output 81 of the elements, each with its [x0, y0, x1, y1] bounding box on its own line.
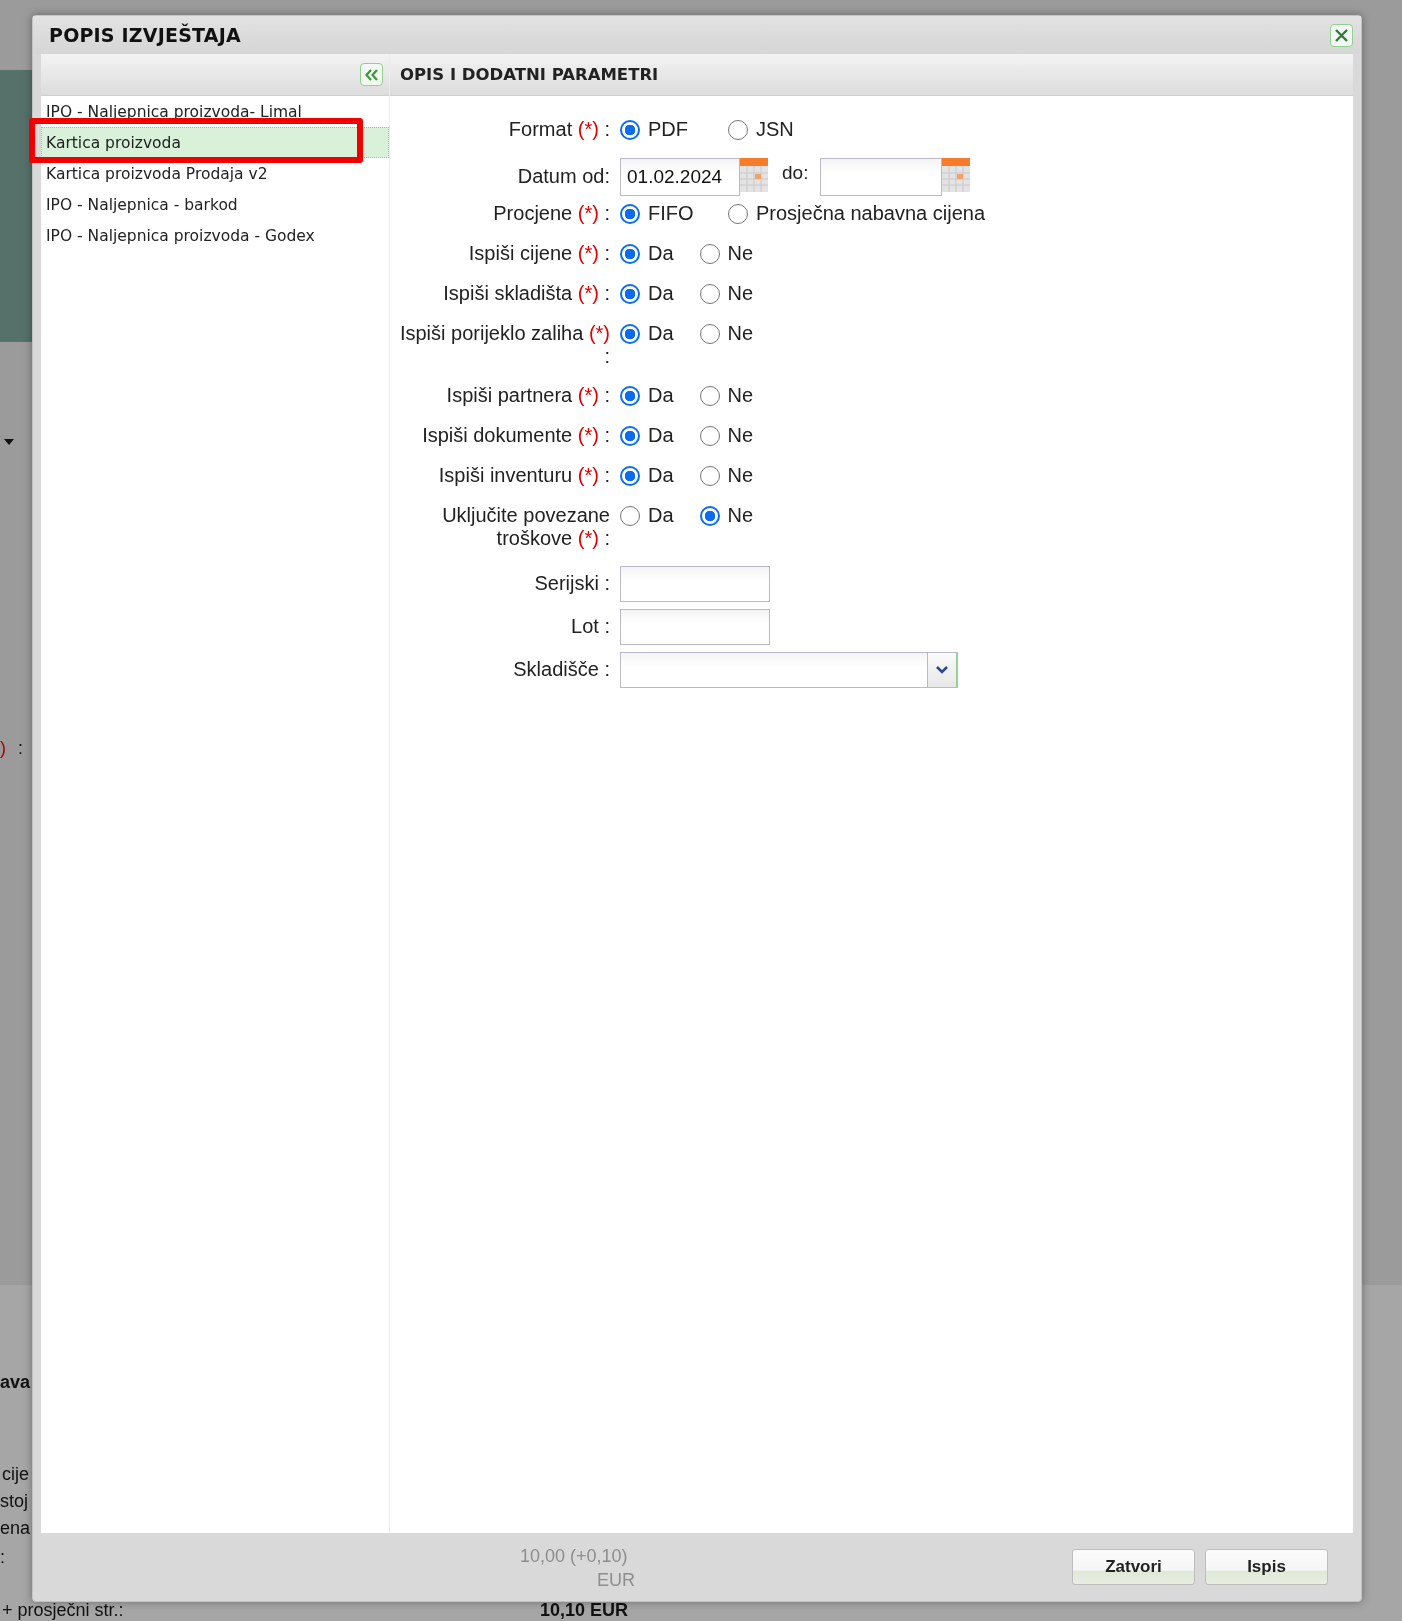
collapse-button[interactable] — [360, 63, 383, 86]
dropdown-field[interactable] — [620, 652, 958, 688]
radio-option[interactable]: Ne — [699, 384, 754, 407]
radio-button[interactable] — [699, 283, 720, 304]
radio-button[interactable] — [699, 465, 720, 486]
radio-option[interactable]: Da — [620, 282, 674, 305]
background-text: : — [0, 1547, 5, 1567]
background-text: : — [18, 738, 23, 758]
field-label: Uključite povezane troškove (*) : — [441, 504, 610, 550]
radio-option[interactable]: Da — [620, 504, 674, 527]
date-field[interactable] — [820, 158, 943, 196]
background-text: 10,10 EUR — [540, 1600, 629, 1620]
chevron-down-icon — [935, 665, 949, 675]
radio-option[interactable]: Ne — [699, 282, 754, 305]
report-list-item[interactable]: Kartica proizvoda Prodaja v2 — [41, 158, 389, 189]
report-list-item[interactable]: IPO - Naljepnica proizvoda- Limal — [41, 96, 389, 127]
background-text: cije — [2, 1464, 29, 1484]
radio-option[interactable]: Da — [620, 424, 674, 447]
panel-title: OPIS I DODATNI PARAMETRI — [400, 65, 659, 84]
field-label: Lot : — [570, 614, 610, 638]
radio-button[interactable] — [699, 425, 720, 446]
radio-option[interactable]: Da — [620, 384, 674, 407]
field-label: Procjene (*) : — [492, 202, 610, 225]
input-field[interactable] — [620, 566, 770, 602]
radio-button[interactable] — [620, 119, 640, 140]
report-list-item[interactable]: IPO - Naljepnica proizvoda - Godex — [41, 220, 389, 251]
radio-button[interactable] — [620, 243, 640, 264]
field-label: Serijski : — [533, 571, 610, 595]
background-text: ena — [0, 1518, 31, 1538]
radio-button[interactable] — [620, 425, 640, 446]
dialog-button[interactable]: Ispis — [1205, 1549, 1328, 1585]
radio-option[interactable]: PDF — [620, 118, 702, 141]
field-label: Ispiši partnera (*) : — [445, 384, 610, 407]
field-label: Ispiši cijene (*) : — [467, 242, 610, 265]
radio-option[interactable]: Da — [620, 322, 674, 345]
background-text: ) — [0, 738, 6, 758]
radio-button[interactable] — [620, 385, 640, 406]
background-text: EUR — [597, 1570, 635, 1590]
radio-option[interactable]: Prosječna nabavna cijena — [728, 202, 986, 225]
radio-option[interactable]: FIFO — [620, 202, 702, 225]
background-text: ava — [0, 1372, 31, 1392]
radio-button[interactable] — [699, 243, 720, 264]
dropdown-caret-icon — [4, 439, 14, 445]
field-label: Datum od: — [516, 164, 610, 188]
input-field[interactable] — [620, 609, 770, 645]
radio-button[interactable] — [728, 119, 748, 140]
report-list-item[interactable]: Kartica proizvoda — [41, 127, 389, 158]
field-label: Ispiši dokumente (*) : — [421, 424, 610, 447]
radio-button[interactable] — [728, 203, 748, 224]
field-label: Ispiši porijeklo zaliha (*) : — [398, 322, 610, 368]
radio-option[interactable]: Ne — [699, 322, 754, 345]
radio-button[interactable] — [620, 203, 640, 224]
double-chevron-left-icon — [364, 68, 379, 81]
radio-button[interactable] — [699, 385, 720, 406]
background-text: stoj — [0, 1491, 28, 1511]
radio-button[interactable] — [620, 323, 640, 344]
radio-button[interactable] — [699, 323, 720, 344]
radio-option[interactable]: Ne — [699, 424, 754, 447]
field-label: do: — [782, 161, 809, 184]
field-label: Ispiši inventuru (*) : — [437, 464, 610, 487]
field-label: Format (*) : — [507, 118, 610, 141]
dialog-button[interactable]: Zatvori — [1072, 1549, 1195, 1585]
radio-button[interactable] — [620, 283, 640, 304]
radio-button[interactable] — [699, 505, 720, 526]
close-button[interactable] — [1330, 23, 1353, 47]
radio-option[interactable]: Da — [620, 464, 674, 487]
radio-button[interactable] — [620, 465, 640, 486]
radio-option[interactable]: Da — [620, 242, 674, 265]
radio-option[interactable]: Ne — [699, 242, 754, 265]
field-label: Skladišče : — [512, 657, 610, 681]
radio-button[interactable] — [620, 505, 640, 526]
background-text: 10,00 (+0,10) — [520, 1546, 628, 1566]
background-text: + prosječni str.: — [2, 1600, 124, 1620]
radio-option[interactable]: JSN — [728, 118, 794, 141]
report-list-item[interactable]: IPO - Naljepnica - barkod — [41, 189, 389, 220]
close-icon — [1334, 27, 1349, 43]
radio-option[interactable]: Ne — [699, 504, 754, 527]
date-field[interactable]: 01.02.2024 — [620, 158, 740, 196]
field-label: Ispiši skladišta (*) : — [442, 282, 610, 305]
radio-option[interactable]: Ne — [699, 464, 754, 487]
dialog-title: POPIS IZVJEŠTAJA — [49, 24, 241, 46]
